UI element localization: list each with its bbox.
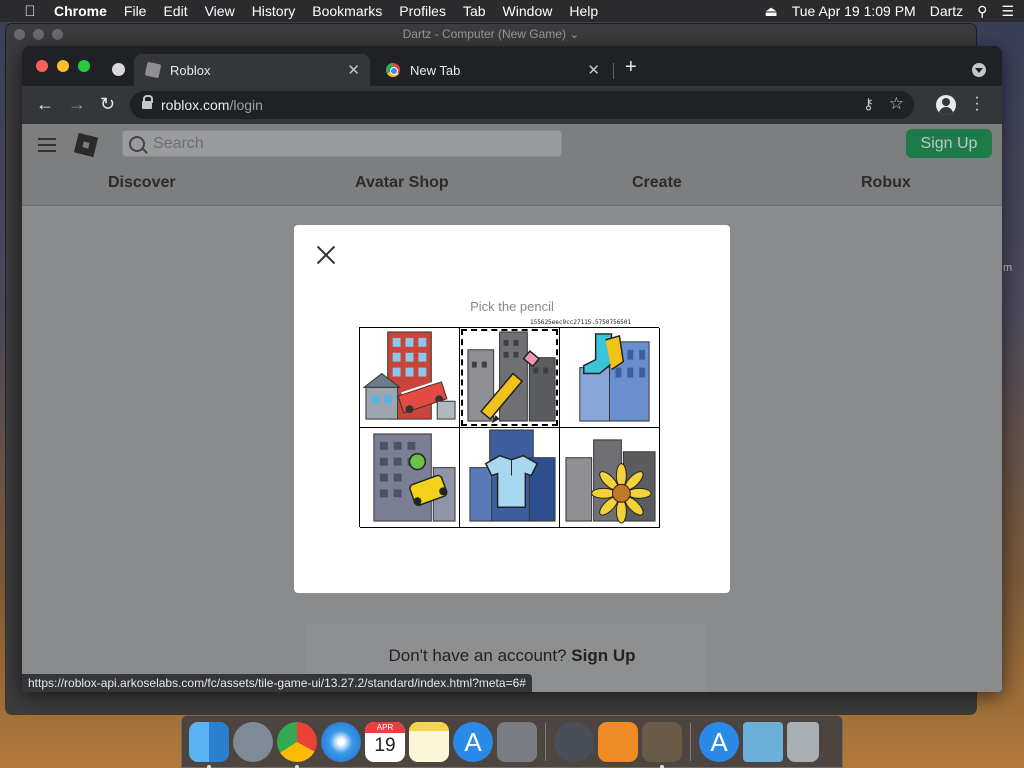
menu-profiles[interactable]: Profiles <box>399 3 446 19</box>
lock-icon[interactable] <box>142 95 153 110</box>
tab-strip: Roblox ✕ New Tab ✕ + <box>22 46 1002 86</box>
menu-history[interactable]: History <box>252 3 296 19</box>
spotlight-icon[interactable]: ⚲ <box>977 3 987 20</box>
tab-roblox[interactable]: Roblox ✕ <box>134 54 370 86</box>
browser-toolbar: ← → ↻ roblox.com/login ⚷ ☆ · · · <box>22 86 1002 124</box>
menu-help[interactable]: Help <box>569 3 598 19</box>
chrome-favicon-icon <box>386 63 400 77</box>
zoom-window-button[interactable] <box>78 60 90 72</box>
calendar-icon[interactable]: APR 19 <box>365 721 405 762</box>
chrome-menu-kebab-icon[interactable]: · · · <box>974 90 980 118</box>
tab-label: Roblox <box>170 62 211 78</box>
books-icon[interactable] <box>598 721 638 762</box>
search-box[interactable]: Search <box>122 130 562 157</box>
menu-bar:  Chrome File Edit View History Bookmark… <box>0 0 1024 22</box>
link-status-bar: https://roblox-api.arkoselabs.com/fc/ass… <box>22 674 532 692</box>
captcha-tile-sunflower[interactable] <box>560 428 660 528</box>
captcha-tile-socks[interactable] <box>560 328 660 428</box>
dock-separator <box>690 722 691 761</box>
menu-window[interactable]: Window <box>503 3 553 19</box>
notes-icon[interactable] <box>409 721 449 762</box>
roblox-login-page: Search Sign Up Discover Avatar Shop Crea… <box>22 124 1002 692</box>
menu-app-name[interactable]: Chrome <box>54 3 107 19</box>
background-text-fragment: m <box>1003 262 1013 274</box>
roblox-favicon-icon <box>144 61 162 79</box>
bookmark-star-icon[interactable]: ☆ <box>889 94 904 114</box>
tab-separator <box>613 63 614 79</box>
menu-edit[interactable]: Edit <box>163 3 187 19</box>
menu-user[interactable]: Dartz <box>930 3 963 19</box>
tab-close-icon[interactable]: ✕ <box>347 61 360 79</box>
tab-search-dot-icon[interactable] <box>112 63 125 76</box>
no-account-signup-link[interactable]: Sign Up <box>571 646 635 665</box>
chess-icon[interactable] <box>642 721 682 768</box>
chrome-window: Roblox ✕ New Tab ✕ + ← → ↻ roblox.com/lo… <box>22 46 1002 692</box>
new-tab-plus-icon[interactable]: + <box>625 56 637 79</box>
menu-tab[interactable]: Tab <box>463 3 486 19</box>
downloads-folder-icon[interactable] <box>743 721 783 762</box>
calendar-month: APR <box>365 721 405 733</box>
url-domain: roblox.com <box>161 97 230 113</box>
trash-icon[interactable] <box>787 721 819 762</box>
nav-robux[interactable]: Robux <box>861 174 911 192</box>
captcha-tile-shirt[interactable] <box>460 428 560 528</box>
tab-label: New Tab <box>410 62 461 78</box>
chrome-icon[interactable] <box>277 721 317 768</box>
app-store-alt-icon[interactable]: A <box>699 721 739 762</box>
forward-arrow-icon[interactable]: → <box>68 94 86 115</box>
captcha-tile-taxi[interactable] <box>360 428 460 528</box>
bg-window-title: Dartz - Computer (New Game) ⌄ <box>402 27 580 41</box>
calendar-day: 19 <box>374 734 396 756</box>
search-placeholder: Search <box>153 134 204 152</box>
search-icon <box>129 135 145 152</box>
automator-icon[interactable] <box>554 721 594 762</box>
captcha-tile-pencil[interactable] <box>460 328 560 428</box>
finder-icon[interactable] <box>189 721 229 768</box>
captcha-prompt: Pick the pencil <box>470 299 554 314</box>
profile-avatar-icon[interactable] <box>936 95 956 115</box>
signup-button[interactable]: Sign Up <box>906 129 992 158</box>
safari-icon[interactable] <box>321 721 361 762</box>
system-preferences-icon[interactable] <box>497 721 537 762</box>
key-icon[interactable]: ⚷ <box>863 95 874 113</box>
dock: APR 19 A A <box>181 715 843 768</box>
launchpad-icon[interactable] <box>233 721 273 762</box>
tab-close-icon[interactable]: ✕ <box>587 61 600 79</box>
hamburger-menu-icon[interactable] <box>38 138 56 156</box>
eject-icon[interactable]: ⏏ <box>764 3 777 20</box>
apple-icon[interactable]:  <box>20 3 40 20</box>
dock-separator <box>545 722 546 761</box>
captcha-game-id: 155625eec9cc27115.5750756501 <box>530 319 632 326</box>
reload-icon[interactable]: ↻ <box>100 94 115 115</box>
url-path: /login <box>229 97 263 113</box>
address-bar[interactable]: roblox.com/login ⚷ ☆ <box>130 91 914 119</box>
close-icon[interactable] <box>316 245 336 265</box>
nav-avatar-shop[interactable]: Avatar Shop <box>355 174 449 192</box>
control-center-icon[interactable]: ☰ <box>1001 3 1014 20</box>
captcha-modal: Pick the pencil 155625eec9cc27115.575075… <box>294 225 730 593</box>
back-arrow-icon[interactable]: ← <box>36 94 54 115</box>
menu-clock[interactable]: Tue Apr 19 1:09 PM <box>792 3 916 19</box>
menu-file[interactable]: File <box>124 3 147 19</box>
nav-discover[interactable]: Discover <box>108 174 176 192</box>
roblox-header: Search Sign Up Discover Avatar Shop Crea… <box>22 124 1002 206</box>
menu-view[interactable]: View <box>205 3 235 19</box>
close-window-button[interactable] <box>36 60 48 72</box>
tab-new-tab[interactable]: New Tab ✕ <box>374 54 610 86</box>
roblox-logo-icon[interactable] <box>73 132 99 158</box>
tab-list-chevron-icon[interactable] <box>972 63 986 77</box>
menu-bookmarks[interactable]: Bookmarks <box>312 3 382 19</box>
no-account-text: Don't have an account? <box>388 646 567 665</box>
nav-create[interactable]: Create <box>632 174 682 192</box>
app-store-icon[interactable]: A <box>453 721 493 762</box>
minimize-window-button[interactable] <box>57 60 69 72</box>
captcha-tile-grid <box>359 327 660 528</box>
no-account-prompt: Don't have an account? Sign Up <box>22 646 1002 666</box>
captcha-tile-fire-truck[interactable] <box>360 328 460 428</box>
